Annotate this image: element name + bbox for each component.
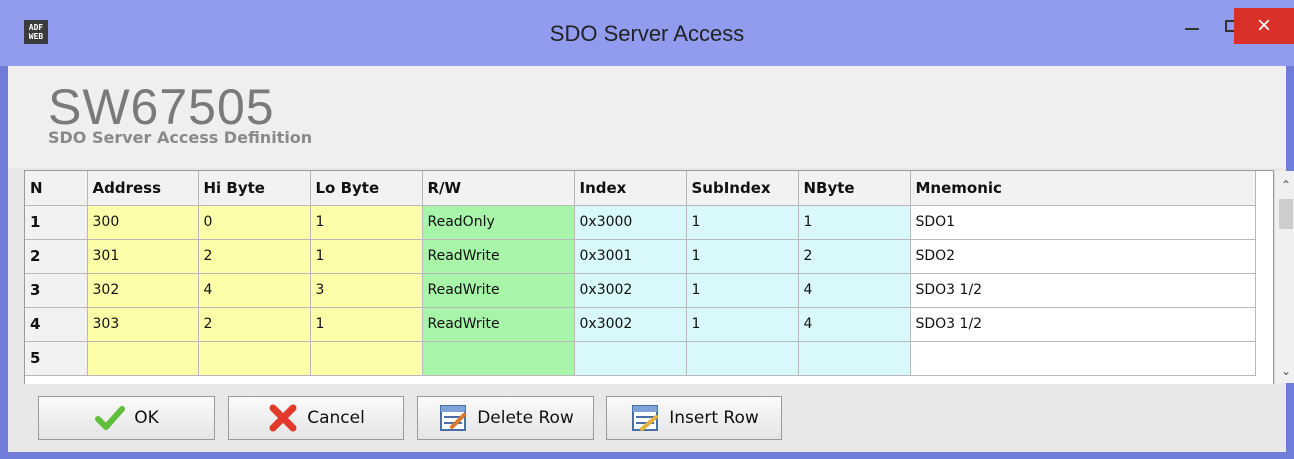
subindex-cell[interactable]: 1 xyxy=(686,239,799,274)
page-subtitle: SDO Server Access Definition xyxy=(48,128,313,147)
insert-row-icon xyxy=(629,402,661,434)
row-number-cell[interactable]: 2 xyxy=(25,239,88,274)
table-row[interactable]: 1 300 0 1 ReadOnly 0x3000 1 1 SDO1 xyxy=(25,205,1256,240)
button-bar: OK Cancel Delete Row Insert Row xyxy=(8,384,1286,452)
insert-row-button[interactable]: Insert Row xyxy=(606,396,782,440)
minimize-icon xyxy=(1185,28,1199,30)
row-number-cell[interactable]: 3 xyxy=(25,273,88,308)
scrollbar-thumb[interactable] xyxy=(1279,199,1293,229)
mnemonic-cell[interactable]: SDO1 xyxy=(910,205,1256,240)
table-header-row: N Address Hi Byte Lo Byte R/W Index SubI… xyxy=(25,171,1256,206)
rw-cell[interactable] xyxy=(422,341,575,376)
scroll-down-arrow-icon[interactable]: ⌄ xyxy=(1275,361,1294,381)
lo-byte-cell[interactable]: 1 xyxy=(310,205,423,240)
hi-byte-cell[interactable]: 4 xyxy=(198,273,311,308)
address-cell[interactable] xyxy=(87,341,199,376)
ok-label: OK xyxy=(134,408,159,428)
rw-cell[interactable]: ReadWrite xyxy=(422,273,575,308)
address-cell[interactable]: 301 xyxy=(87,239,199,274)
column-header-index[interactable]: Index xyxy=(574,171,687,206)
lo-byte-cell[interactable] xyxy=(310,341,423,376)
hi-byte-cell[interactable] xyxy=(198,341,311,376)
checkmark-icon xyxy=(94,402,126,434)
column-header-nbyte[interactable]: NByte xyxy=(798,171,911,206)
column-header-address[interactable]: Address xyxy=(87,171,199,206)
delete-row-button[interactable]: Delete Row xyxy=(417,396,594,440)
column-header-n[interactable]: N xyxy=(25,171,88,206)
index-cell[interactable] xyxy=(574,341,687,376)
minimize-button[interactable] xyxy=(1170,8,1214,44)
subindex-cell[interactable]: 1 xyxy=(686,273,799,308)
column-header-mnemonic[interactable]: Mnemonic xyxy=(910,171,1256,206)
table-row[interactable]: 2 301 2 1 ReadWrite 0x3001 1 2 SDO2 xyxy=(25,239,1256,274)
title-bar[interactable]: ADF WEB SDO Server Access × xyxy=(0,0,1294,66)
close-icon: × xyxy=(1256,12,1271,39)
lo-byte-cell[interactable]: 1 xyxy=(310,307,423,342)
ok-button[interactable]: OK xyxy=(38,396,215,440)
mnemonic-cell[interactable]: SDO2 xyxy=(910,239,1256,274)
sdo-table: N Address Hi Byte Lo Byte R/W Index SubI… xyxy=(25,171,1256,376)
window-title: SDO Server Access xyxy=(549,21,745,46)
insert-row-label: Insert Row xyxy=(669,408,759,428)
delete-row-label: Delete Row xyxy=(477,408,574,428)
address-cell[interactable]: 302 xyxy=(87,273,199,308)
table-row[interactable]: 4 303 2 1 ReadWrite 0x3002 1 4 SDO3 1/2 xyxy=(25,307,1256,342)
nbyte-cell[interactable]: 4 xyxy=(798,273,911,308)
subindex-cell[interactable] xyxy=(686,341,799,376)
subindex-cell[interactable]: 1 xyxy=(686,205,799,240)
mnemonic-cell[interactable]: SDO3 1/2 xyxy=(910,273,1256,308)
mnemonic-cell[interactable]: SDO3 1/2 xyxy=(910,307,1256,342)
row-number-cell[interactable]: 1 xyxy=(25,205,88,240)
delete-row-icon xyxy=(437,402,469,434)
rw-cell[interactable]: ReadOnly xyxy=(422,205,575,240)
lo-byte-cell[interactable]: 3 xyxy=(310,273,423,308)
address-cell[interactable]: 300 xyxy=(87,205,199,240)
row-number-cell[interactable]: 4 xyxy=(25,307,88,342)
hi-byte-cell[interactable]: 2 xyxy=(198,307,311,342)
row-number-cell[interactable]: 5 xyxy=(25,341,88,376)
hi-byte-cell[interactable]: 2 xyxy=(198,239,311,274)
cancel-label: Cancel xyxy=(307,408,365,428)
nbyte-cell[interactable]: 1 xyxy=(798,205,911,240)
nbyte-cell[interactable]: 4 xyxy=(798,307,911,342)
mnemonic-cell[interactable] xyxy=(910,341,1256,376)
column-header-lo-byte[interactable]: Lo Byte xyxy=(310,171,423,206)
index-cell[interactable]: 0x3001 xyxy=(574,239,687,274)
table-row[interactable]: 3 302 4 3 ReadWrite 0x3002 1 4 SDO3 1/2 xyxy=(25,273,1256,308)
scroll-up-arrow-icon[interactable]: ⌃ xyxy=(1275,175,1294,195)
hi-byte-cell[interactable]: 0 xyxy=(198,205,311,240)
index-cell[interactable]: 0x3000 xyxy=(574,205,687,240)
rw-cell[interactable]: ReadWrite xyxy=(422,307,575,342)
close-button[interactable]: × xyxy=(1234,8,1294,44)
dialog-body: SW67505 SDO Server Access Definition N A… xyxy=(8,66,1294,452)
nbyte-cell[interactable]: 2 xyxy=(798,239,911,274)
column-header-subindex[interactable]: SubIndex xyxy=(686,171,799,206)
app-window: ADF WEB SDO Server Access × SW67505 SDO … xyxy=(0,0,1294,459)
address-cell[interactable]: 303 xyxy=(87,307,199,342)
rw-cell[interactable]: ReadWrite xyxy=(422,239,575,274)
vertical-scrollbar[interactable]: ⌃ ⌄ xyxy=(1274,171,1294,383)
column-header-rw[interactable]: R/W xyxy=(422,171,575,206)
lo-byte-cell[interactable]: 1 xyxy=(310,239,423,274)
nbyte-cell[interactable] xyxy=(798,341,911,376)
header-area: SW67505 SDO Server Access Definition xyxy=(8,66,1286,168)
subindex-cell[interactable]: 1 xyxy=(686,307,799,342)
index-cell[interactable]: 0x3002 xyxy=(574,273,687,308)
cancel-button[interactable]: Cancel xyxy=(228,396,404,440)
table-row[interactable]: 5 xyxy=(25,341,1256,376)
cross-icon xyxy=(267,402,299,434)
index-cell[interactable]: 0x3002 xyxy=(574,307,687,342)
column-header-hi-byte[interactable]: Hi Byte xyxy=(198,171,311,206)
